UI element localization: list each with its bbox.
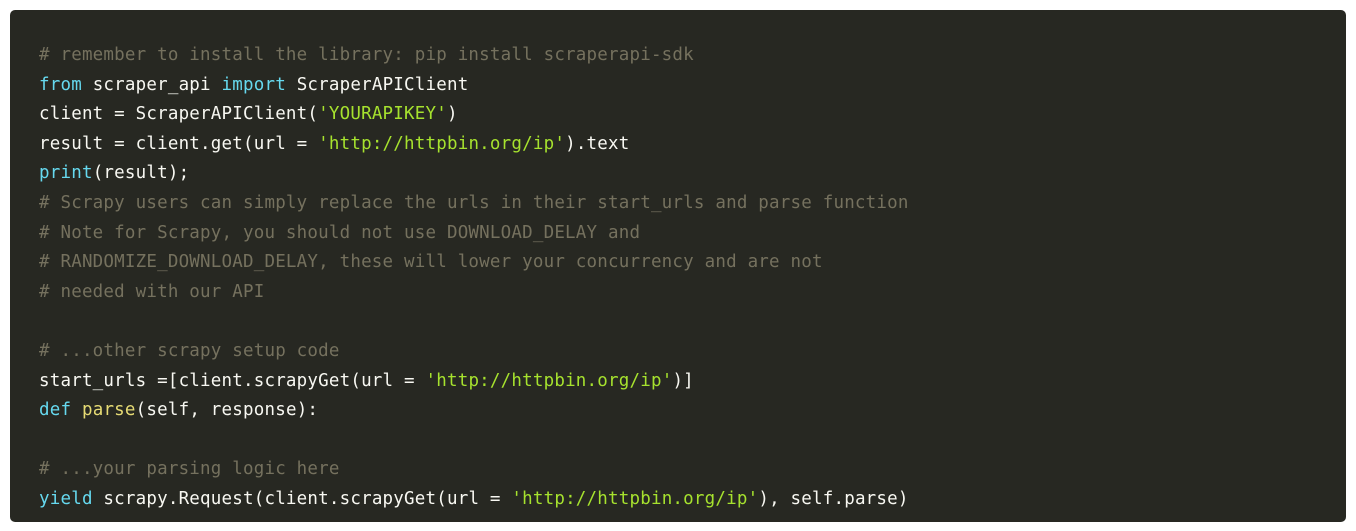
code-token-comment: # Note for Scrapy, you should not use DO… (39, 222, 641, 243)
code-token-comment: # remember to install the library: pip i… (39, 45, 694, 65)
code-line: # needed with our API (39, 278, 1346, 308)
code-line: # remember to install the library: pip i… (39, 41, 1346, 71)
code-line: client = ScraperAPIClient('YOURAPIKEY') (39, 100, 1346, 130)
code-token-plain: scraper_api (81, 74, 222, 95)
code-token-keyword: from (39, 74, 82, 95)
code-token-plain: ).text (565, 133, 630, 154)
code-token-plain: scrapy.Request(client.scrapyGet(url = (92, 488, 512, 509)
code-token-comment: # needed with our API (39, 281, 265, 302)
code-token-keyword: import (221, 74, 286, 95)
code-line: # ...your parsing logic here (39, 455, 1346, 485)
code-token-comment: # Scrapy users can simply replace the ur… (39, 192, 909, 213)
code-token-plain: (self, response): (135, 400, 319, 421)
code-token-plain: )] (672, 370, 694, 391)
code-token-keyword: yield (39, 488, 93, 509)
code-token-string: 'http://httpbin.org/ip' (511, 488, 759, 509)
code-token-func: parse (81, 400, 136, 421)
code-token-plain: ), self.parse) (758, 488, 909, 509)
code-line: # Note for Scrapy, you should not use DO… (39, 219, 1346, 249)
code-line: from scraper_api import ScraperAPIClient (39, 71, 1346, 101)
code-token-plain: client = ScraperAPIClient( (39, 104, 319, 125)
code-token-string: 'YOURAPIKEY' (318, 104, 447, 125)
code-line: start_urls =[client.scrapyGet(url = 'htt… (39, 367, 1346, 397)
code-token-plain: start_urls =[client.scrapyGet(url = (39, 370, 426, 391)
code-token-comment: # ...other scrapy setup code (39, 340, 340, 361)
code-line: # Scrapy users can simply replace the ur… (39, 189, 1346, 219)
code-token-keyword: def (39, 400, 72, 421)
code-lines: # remember to install the library: pip i… (39, 41, 1346, 515)
code-token-string: 'http://httpbin.org/ip' (318, 133, 566, 154)
code-token-plain: (result); (92, 163, 190, 184)
code-token-plain: ) (446, 104, 458, 125)
code-block: # remember to install the library: pip i… (10, 10, 1346, 522)
code-line: def parse(self, response): (39, 396, 1346, 426)
code-line: yield scrapy.Request(client.scrapyGet(ur… (39, 485, 1346, 515)
code-token-string: 'http://httpbin.org/ip' (425, 370, 673, 391)
code-token-plain: result = client.get(url = (39, 133, 319, 154)
code-token-plain: ScraperAPIClient (285, 74, 469, 95)
code-line: # ...other scrapy setup code (39, 337, 1346, 367)
code-token-comment: # RANDOMIZE_DOWNLOAD_DELAY, these will l… (39, 252, 823, 273)
code-line: result = client.get(url = 'http://httpbi… (39, 130, 1346, 160)
code-line: print(result); (39, 159, 1346, 189)
code-token-comment: # ...your parsing logic here (39, 459, 340, 480)
code-token-keyword: print (39, 163, 93, 184)
code-line: # RANDOMIZE_DOWNLOAD_DELAY, these will l… (39, 248, 1346, 278)
